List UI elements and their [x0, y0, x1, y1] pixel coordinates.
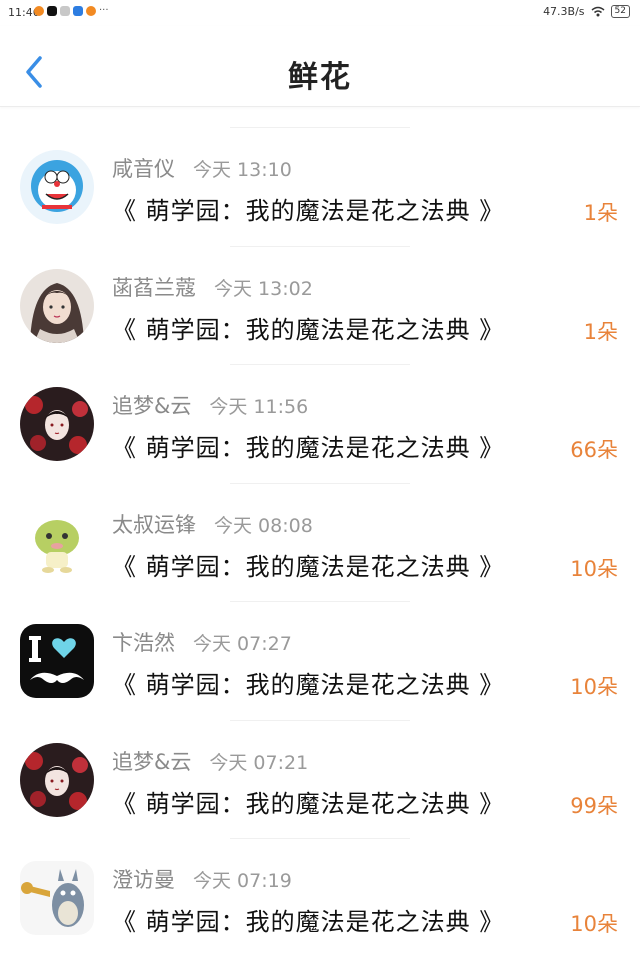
username[interactable]: 追梦&云 — [112, 750, 191, 774]
totoro-trumpet-avatar-image — [20, 861, 94, 935]
book-title[interactable]: 《 萌学园：我的魔法是花之法典 》 — [112, 547, 504, 582]
status-right: 47.3B/s 52 — [543, 5, 630, 18]
book-title[interactable]: 《 萌学园：我的魔法是花之法典 》 — [112, 428, 504, 463]
timestamp: 今天 11:56 — [209, 396, 309, 418]
flower-list: 咸音仪 今天 13:10 《 萌学园：我的魔法是花之法典 》 1朵 菡萏兰蔻 今天 … — [0, 127, 640, 957]
app-icon — [60, 6, 70, 16]
battery-icon: 52 — [610, 5, 630, 18]
tiktok-icon — [47, 6, 57, 16]
flower-count: 10朵 — [570, 556, 618, 581]
red-flower-girl-avatar-image — [20, 387, 94, 461]
username[interactable]: 追梦&云 — [112, 394, 191, 418]
book-title[interactable]: 《 萌学园：我的魔法是花之法典 》 — [112, 665, 504, 700]
avatar[interactable] — [20, 505, 94, 580]
book-title[interactable]: 《 萌学园：我的魔法是花之法典 》 — [112, 310, 504, 345]
flower-count: 10朵 — [570, 912, 618, 936]
notification-icons: ··· — [34, 6, 109, 16]
list-item[interactable]: 追梦&云 今天 11:56 《 萌学园：我的魔法是花之法典 》 66朵 — [0, 364, 640, 483]
username[interactable]: 卞浩然 — [112, 631, 175, 655]
red-flower-girl-avatar-image — [20, 742, 94, 817]
status-bar: 11:46 ··· 47.3B/s 52 — [0, 0, 640, 26]
book-title[interactable]: 《 萌学园：我的魔法是花之法典 》 — [112, 191, 504, 226]
header: 鲜花 — [0, 26, 640, 107]
doraemon-avatar-image — [20, 150, 94, 224]
book-title[interactable]: 《 萌学园：我的魔法是花之法典 》 — [112, 902, 504, 937]
book-title[interactable]: 《 萌学园：我的魔法是花之法典 》 — [112, 784, 504, 819]
weibo-icon — [86, 6, 96, 16]
wifi-icon — [591, 6, 605, 17]
user-line: 澄访曼 今天 07:19 — [112, 864, 292, 894]
timestamp: 今天 07:21 — [209, 751, 309, 774]
more-notifications-icon: ··· — [99, 5, 109, 16]
avatar[interactable] — [20, 387, 94, 461]
username[interactable]: 咸音仪 — [112, 157, 175, 181]
flower-count: 66朵 — [570, 438, 618, 462]
flower-count: 99朵 — [570, 793, 618, 818]
timestamp: 今天 07:19 — [193, 870, 292, 892]
list-item[interactable]: 追梦&云 今天 07:21 《 萌学园：我的魔法是花之法典 》 99朵 — [0, 719, 640, 839]
app-icon — [73, 6, 83, 16]
username[interactable]: 太叔运锋 — [112, 513, 196, 537]
avatar[interactable] — [20, 742, 94, 817]
user-line: 菡萏兰蔻 今天 13:02 — [112, 272, 313, 302]
list-item[interactable]: 咸音仪 今天 13:10 《 萌学园：我的魔法是花之法典 》 1朵 — [0, 127, 640, 246]
list-item[interactable]: 菡萏兰蔻 今天 13:02 《 萌学园：我的魔法是花之法典 》 1朵 — [0, 245, 640, 365]
list-item[interactable]: 澄访曼 今天 07:19 《 萌学园：我的魔法是花之法典 》 10朵 — [0, 838, 640, 957]
avatar[interactable] — [20, 624, 94, 698]
user-line: 追梦&云 今天 07:21 — [112, 746, 308, 776]
username[interactable]: 澄访曼 — [112, 868, 175, 892]
avatar[interactable] — [20, 150, 94, 224]
network-speed: 47.3B/s — [543, 5, 585, 18]
flower-count: 1朵 — [583, 201, 618, 225]
timestamp: 今天 08:08 — [214, 514, 313, 537]
green-cartoon-avatar-image — [20, 505, 94, 580]
user-line: 咸音仪 今天 13:10 — [112, 153, 292, 183]
timestamp: 今天 13:10 — [193, 159, 292, 181]
i-heart-mustache-avatar-image — [20, 624, 94, 698]
timestamp: 今天 13:02 — [214, 277, 313, 300]
avatar[interactable] — [20, 268, 94, 343]
weibo-icon — [34, 6, 44, 16]
username[interactable]: 菡萏兰蔻 — [112, 276, 196, 300]
user-line: 卞浩然 今天 07:27 — [112, 627, 292, 657]
avatar[interactable] — [20, 861, 94, 935]
user-line: 太叔运锋 今天 08:08 — [112, 509, 313, 539]
page-title: 鲜花 — [288, 60, 352, 95]
list-item[interactable]: 卞浩然 今天 07:27 《 萌学园：我的魔法是花之法典 》 10朵 — [0, 601, 640, 720]
flower-count: 10朵 — [570, 675, 618, 699]
flower-count: 1朵 — [583, 319, 618, 344]
user-line: 追梦&云 今天 11:56 — [112, 390, 308, 420]
timestamp: 今天 07:27 — [193, 633, 292, 655]
anime-girl-avatar-image — [20, 268, 94, 343]
list-item[interactable]: 太叔运锋 今天 08:08 《 萌学园：我的魔法是花之法典 》 10朵 — [0, 482, 640, 602]
